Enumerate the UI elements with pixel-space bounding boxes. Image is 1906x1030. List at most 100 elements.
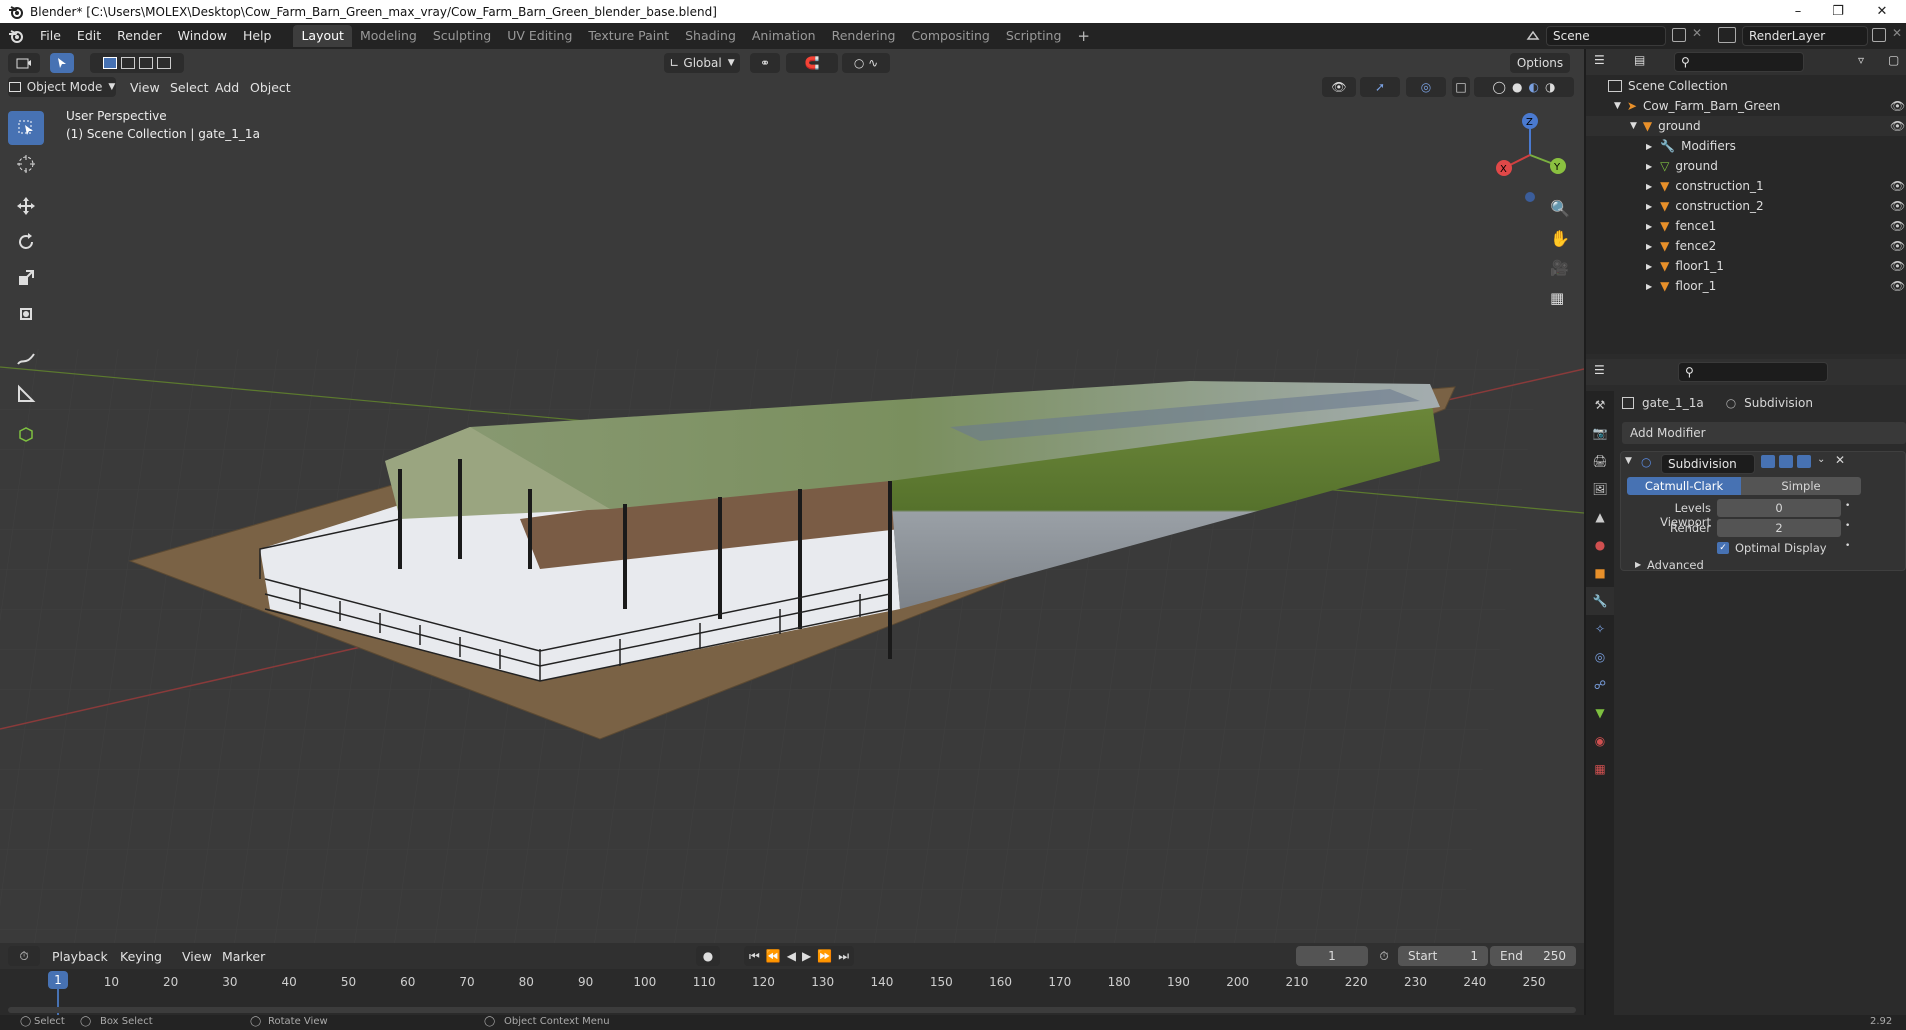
expand-arrow-icon[interactable]: ▶: [1646, 142, 1652, 151]
visibility-eye-icon[interactable]: 👁: [1890, 279, 1905, 293]
output-tab-icon[interactable]: 🖨: [1586, 447, 1614, 475]
visibility-filter-icon[interactable]: 👁: [1322, 77, 1356, 97]
object-tab-icon[interactable]: ■: [1586, 559, 1614, 587]
workspace-tab-layout[interactable]: Layout: [293, 25, 352, 47]
overlays-toggle-icon[interactable]: ◎: [1406, 77, 1446, 97]
ortho-toggle-icon[interactable]: ▦: [1550, 289, 1564, 307]
transform-tool-icon[interactable]: [8, 297, 44, 331]
menu-file[interactable]: File: [32, 23, 69, 49]
jump-start-icon[interactable]: ⏮: [749, 949, 760, 964]
physics-tab-icon[interactable]: ◎: [1586, 643, 1614, 671]
render-toggle-icon[interactable]: [1797, 455, 1811, 468]
viewport-menu-select[interactable]: Select: [170, 80, 209, 95]
outliner-search-input[interactable]: ⚲: [1674, 52, 1804, 72]
proportional-edit-icon[interactable]: ○ ∿: [842, 53, 890, 73]
viewport-menu-object[interactable]: Object: [250, 80, 291, 95]
visibility-eye-icon[interactable]: 👁: [1890, 199, 1905, 213]
properties-editor-type-icon[interactable]: ☰: [1594, 363, 1605, 377]
transform-orientation-dropdown[interactable]: ∟ Global ▼: [664, 53, 740, 73]
constraints-tab-icon[interactable]: ☍: [1586, 671, 1614, 699]
wireframe-shading-icon[interactable]: ◯: [1493, 80, 1506, 94]
auto-keying-icon[interactable]: ●: [696, 946, 720, 966]
render-tab-icon[interactable]: 📷: [1586, 419, 1614, 447]
timeline-menu-playback[interactable]: Playback: [52, 949, 108, 964]
expand-arrow-icon[interactable]: ▶: [1646, 222, 1652, 231]
particles-tab-icon[interactable]: ✧: [1586, 615, 1614, 643]
workspace-tab-scripting[interactable]: Scripting: [998, 25, 1070, 47]
workspace-tab-modeling[interactable]: Modeling: [352, 25, 425, 47]
gizmo-toggle-icon[interactable]: ➚: [1360, 77, 1400, 97]
annotate-tool-icon[interactable]: [8, 341, 44, 375]
play-icon[interactable]: ▶: [802, 949, 811, 963]
view-layer-icon[interactable]: [1718, 27, 1736, 43]
expand-arrow-icon[interactable]: ▶: [1646, 242, 1652, 251]
optimal-display-checkbox[interactable]: ✓: [1717, 542, 1729, 554]
render-levels-field[interactable]: 2: [1717, 519, 1841, 537]
move-tool-icon[interactable]: [8, 189, 44, 223]
view-layer-selector[interactable]: RenderLayer: [1742, 26, 1868, 46]
camera-view-icon[interactable]: 🎥: [1550, 259, 1569, 277]
workspace-tab-texture-paint[interactable]: Texture Paint: [580, 25, 677, 47]
material-tab-icon[interactable]: ◉: [1586, 727, 1614, 755]
xray-toggle-icon[interactable]: □: [1452, 77, 1470, 97]
viewport-menu-view[interactable]: View: [130, 80, 160, 95]
select-new-icon[interactable]: [103, 57, 117, 69]
outliner-row-construction-1[interactable]: ▶ ▼ construction_1 👁: [1586, 176, 1906, 196]
pivot-point-icon[interactable]: ⚭: [750, 53, 780, 73]
outliner-row-fence2[interactable]: ▶ ▼ fence2 👁: [1586, 236, 1906, 256]
outliner-row-floor-1[interactable]: ▶ ▼ floor_1 👁: [1586, 276, 1906, 296]
select-subtract-icon[interactable]: [139, 57, 153, 69]
keyframe-dot-icon[interactable]: •: [1845, 541, 1850, 551]
modifier-name-field[interactable]: Subdivision: [1661, 454, 1755, 474]
workspace-tab-uv-editing[interactable]: UV Editing: [499, 25, 580, 47]
catmull-clark-button[interactable]: Catmull-Clark: [1627, 477, 1741, 495]
timeline-editor-type-icon[interactable]: ⏱: [8, 946, 40, 966]
minimize-icon[interactable]: –: [1778, 0, 1818, 23]
outliner-row-collection[interactable]: ▼ ➤ Cow_Farm_Barn_Green 👁: [1586, 96, 1906, 116]
workspace-tab-shading[interactable]: Shading: [677, 25, 744, 47]
restore-icon[interactable]: ❐: [1818, 0, 1858, 23]
keyframe-dot-icon[interactable]: •: [1845, 521, 1850, 531]
outliner-editor-type-icon[interactable]: ☰: [1594, 53, 1605, 67]
shading-mode-buttons[interactable]: ◯ ● ◐ ◑: [1474, 77, 1574, 97]
expand-arrow-icon[interactable]: ▶: [1635, 560, 1641, 569]
zoom-view-icon[interactable]: 🔍: [1550, 199, 1570, 218]
visibility-eye-icon[interactable]: 👁: [1890, 119, 1905, 133]
blender-menu-icon[interactable]: [0, 28, 32, 44]
expand-arrow-icon[interactable]: ▶: [1646, 282, 1652, 291]
expand-arrow-icon[interactable]: ▶: [1646, 262, 1652, 271]
measure-tool-icon[interactable]: [8, 377, 44, 411]
expand-arrow-icon[interactable]: ▶: [1646, 182, 1652, 191]
workspace-tab-rendering[interactable]: Rendering: [824, 25, 904, 47]
remove-modifier-icon[interactable]: ✕: [1835, 453, 1845, 467]
expand-arrow-icon[interactable]: ▶: [1646, 162, 1652, 171]
add-workspace-icon[interactable]: +: [1069, 25, 1098, 47]
data-tab-icon[interactable]: ▼: [1586, 699, 1614, 727]
select-box-tool-icon[interactable]: [8, 111, 44, 145]
play-reverse-icon[interactable]: ◀: [787, 949, 796, 963]
start-frame-field[interactable]: Start 1: [1398, 946, 1488, 966]
advanced-subpanel-label[interactable]: Advanced: [1647, 558, 1704, 572]
menu-help[interactable]: Help: [235, 23, 280, 49]
viewport-menu-add[interactable]: Add: [215, 80, 239, 95]
keyframe-dot-icon[interactable]: •: [1845, 501, 1850, 511]
collapse-arrow-icon[interactable]: ▼: [1625, 456, 1632, 466]
outliner-row-floor1-1[interactable]: ▶ ▼ floor1_1 👁: [1586, 256, 1906, 276]
end-frame-field[interactable]: End 250: [1490, 946, 1576, 966]
modifier-tab-icon[interactable]: 🔧: [1586, 587, 1614, 615]
workspace-tab-animation[interactable]: Animation: [744, 25, 824, 47]
solid-shading-icon[interactable]: ●: [1512, 80, 1522, 94]
outliner-row-scene-collection[interactable]: Scene Collection: [1586, 76, 1906, 96]
visibility-eye-icon[interactable]: 👁: [1890, 259, 1905, 273]
scene-tab-icon[interactable]: ▲: [1586, 503, 1614, 531]
viewport-scene[interactable]: [0, 49, 1584, 943]
select-extend-icon[interactable]: [121, 57, 135, 69]
new-scene-icon[interactable]: [1672, 28, 1686, 42]
workspace-tab-sculpting[interactable]: Sculpting: [425, 25, 499, 47]
filter-icon[interactable]: ▿: [1858, 53, 1864, 67]
visibility-eye-icon[interactable]: 👁: [1890, 239, 1905, 253]
cursor-tool-icon[interactable]: [8, 147, 44, 181]
delete-scene-icon[interactable]: ✕: [1692, 26, 1702, 40]
outliner-row-ground[interactable]: ▶ ▽ ground: [1586, 156, 1906, 176]
levels-viewport-field[interactable]: 0: [1717, 499, 1841, 517]
